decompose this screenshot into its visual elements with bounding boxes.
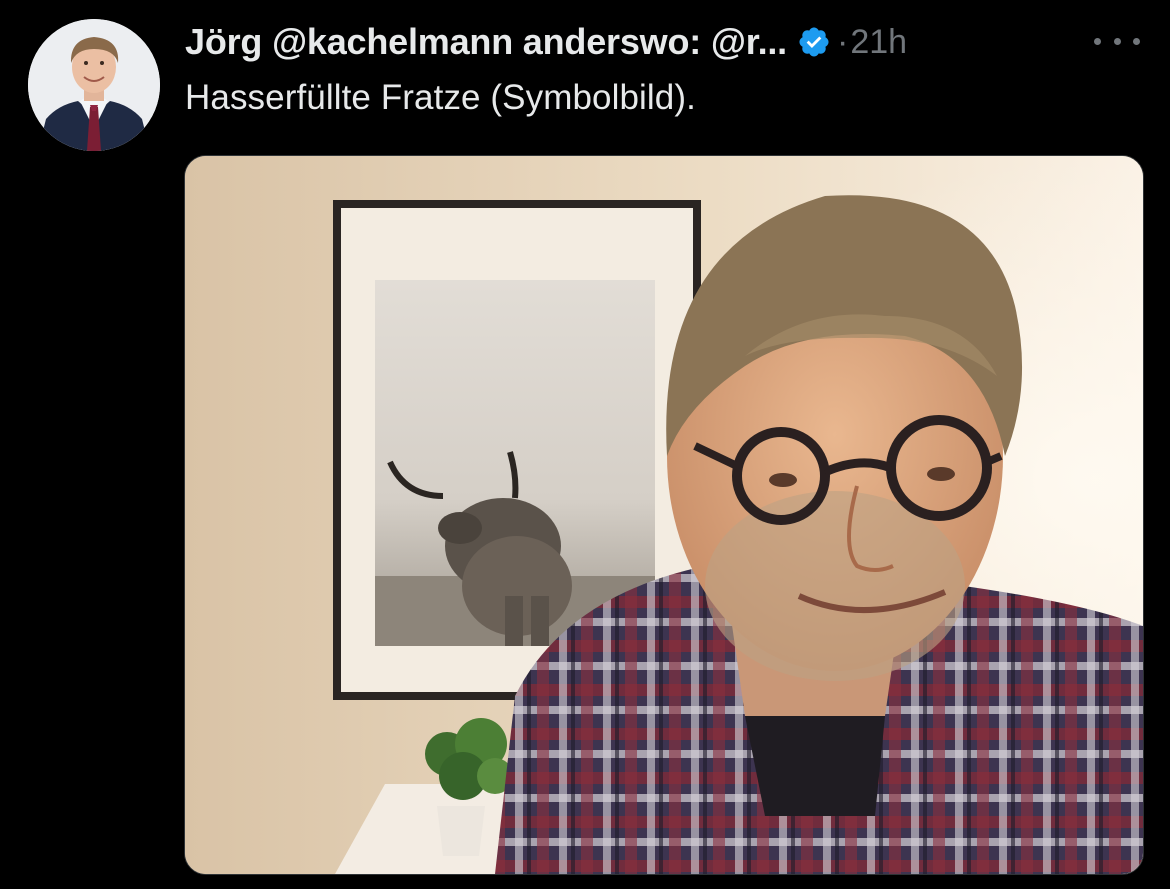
avatar-photo bbox=[28, 19, 160, 151]
author-display-name[interactable]: Jörg @kachelmann anderswo: @r... bbox=[185, 21, 787, 63]
more-dot bbox=[1113, 37, 1121, 45]
tweet-text: Hasserfüllte Fratze (Symbolbild). bbox=[185, 78, 696, 117]
tweet[interactable]: Jörg @kachelmann anderswo: @r... · 21h H… bbox=[0, 0, 1170, 889]
tweet-media-photo[interactable] bbox=[184, 155, 1144, 875]
separator-dot: · bbox=[836, 22, 849, 61]
tweet-timestamp[interactable]: 21h bbox=[850, 23, 907, 62]
more-horizontal-icon[interactable] bbox=[1094, 26, 1140, 56]
avatar[interactable] bbox=[28, 19, 160, 151]
tweet-header: Jörg @kachelmann anderswo: @r... · 21h bbox=[185, 20, 907, 64]
more-dot bbox=[1094, 37, 1101, 45]
more-dot bbox=[1133, 37, 1140, 45]
photo-selfie-with-framed-cow-picture bbox=[185, 156, 1143, 874]
verified-badge-icon[interactable] bbox=[797, 25, 831, 59]
